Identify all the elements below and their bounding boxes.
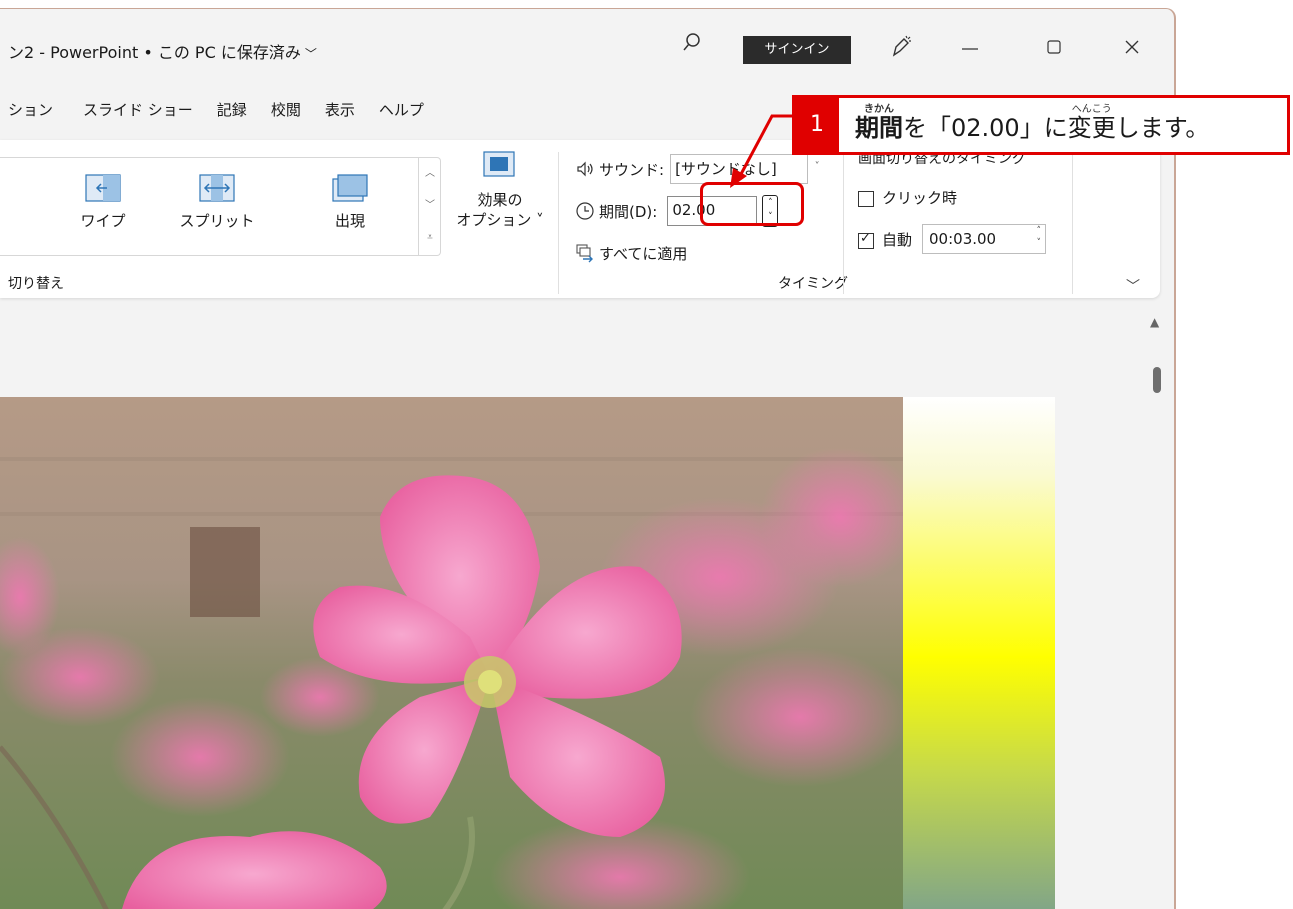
window-title[interactable]: ン2 - PowerPoint • この PC に保存済み ﹀: [8, 39, 317, 63]
split-transition-icon: [199, 174, 235, 202]
chevron-down-icon[interactable]: ˅: [809, 155, 825, 179]
gallery-scroll-up-icon[interactable]: ︿: [419, 158, 441, 190]
period-label: 期間(D):: [599, 202, 658, 221]
search-icon[interactable]: [680, 31, 704, 55]
clock-icon: [576, 202, 594, 220]
tab-slideshow[interactable]: スライド ショー: [83, 99, 193, 131]
minimize-icon[interactable]: [960, 35, 980, 59]
gallery-scroll: ︿ ﹀ ⩡: [418, 158, 441, 255]
tab-help[interactable]: ヘルプ: [379, 99, 424, 131]
speaker-icon: [577, 161, 593, 177]
auto-checkbox[interactable]: [858, 231, 874, 249]
auto-time-spinner[interactable]: ˄ ˅: [1037, 225, 1042, 249]
reveal-transition-icon: [332, 174, 368, 202]
period-highlight-box: [700, 182, 804, 226]
tab-view[interactable]: 表示: [325, 99, 355, 131]
callout-arrow: [730, 114, 792, 188]
effect-options-icon: [483, 151, 515, 177]
ruby-period: きかん 期間: [855, 104, 903, 142]
ribbon-expand-icon[interactable]: ﹀: [1126, 276, 1140, 296]
instruction-callout: 1 きかん 期間を「02.00」に へんこう 変更します。: [792, 95, 1290, 155]
apply-all-button[interactable]: すべてに適用: [599, 243, 687, 264]
transition-wipe[interactable]: ワイプ: [58, 174, 148, 231]
scroll-thumb[interactable]: [1153, 367, 1161, 393]
ruby-change: へんこう 変更: [1067, 104, 1116, 142]
group-separator: [558, 152, 559, 294]
auto-time-input[interactable]: 00:03.00 ˄ ˅: [922, 224, 1047, 254]
group-separator: [843, 152, 844, 294]
transition-label: スプリット: [179, 212, 255, 230]
transition-label: 出現: [334, 212, 365, 230]
tab-review[interactable]: 校閲: [271, 99, 301, 131]
on-click-checkbox[interactable]: [858, 191, 874, 207]
group-label-transitions: 切り替え: [8, 276, 64, 292]
vertical-scrollbar[interactable]: ▲: [1140, 307, 1174, 909]
slide-gradient-bar: [903, 397, 1055, 909]
tab-record[interactable]: 記録: [217, 99, 247, 131]
scroll-up-icon[interactable]: ▲: [1150, 315, 1159, 329]
sound-label: サウンド:: [599, 160, 665, 179]
transition-split[interactable]: スプリット: [172, 174, 262, 231]
gallery-scroll-down-icon[interactable]: ﹀: [419, 190, 441, 222]
instruction-text: きかん 期間を「02.00」に へんこう 変更します。: [855, 104, 1210, 142]
maximize-icon[interactable]: [1046, 39, 1062, 55]
slide-canvas[interactable]: [0, 397, 1055, 909]
group-label-timing: タイミング: [778, 276, 848, 292]
transition-label: ワイプ: [80, 212, 126, 230]
step-number: 1: [795, 98, 839, 152]
group-separator: [1072, 152, 1073, 294]
effect-options-label-2: オプション ˅: [456, 211, 544, 229]
advance-slide-group: 画面切り替えのタイミング クリック時 自動 00:03.00 ˄˅: [858, 148, 1078, 260]
tab-animation[interactable]: ション: [8, 99, 53, 131]
flower-photo[interactable]: [0, 397, 903, 909]
auto-time-value: 00:03.00: [929, 230, 997, 248]
sign-in-button[interactable]: サインイン: [743, 36, 851, 64]
auto-label: 自動: [882, 230, 913, 249]
chevron-down-icon: ﹀: [304, 47, 317, 61]
ribbon: ワイプ スプリット 出現 ︿ ﹀ ⩡ 効果の オプション ˅ 切り替え サウンド…: [0, 140, 1160, 298]
on-click-label: クリック時: [882, 188, 958, 207]
close-icon[interactable]: [1122, 37, 1142, 57]
transition-gallery: ワイプ スプリット 出現 ︿ ﹀ ⩡: [0, 157, 441, 256]
wipe-transition-icon: [85, 174, 121, 202]
gallery-more-icon[interactable]: ⩡: [419, 222, 441, 254]
designer-pen-icon[interactable]: [888, 33, 914, 59]
title-bar: ン2 - PowerPoint • この PC に保存済み ﹀ サインイン: [0, 9, 1174, 87]
effect-options-button[interactable]: 効果の オプション ˅: [455, 150, 545, 230]
ribbon-tabs: ション スライド ショー 記録 校閲 表示 ヘルプ: [0, 99, 448, 131]
effect-options-label-1: 効果の: [477, 191, 523, 209]
transition-reveal[interactable]: 出現: [305, 174, 395, 231]
apply-all-icon: [576, 244, 593, 263]
